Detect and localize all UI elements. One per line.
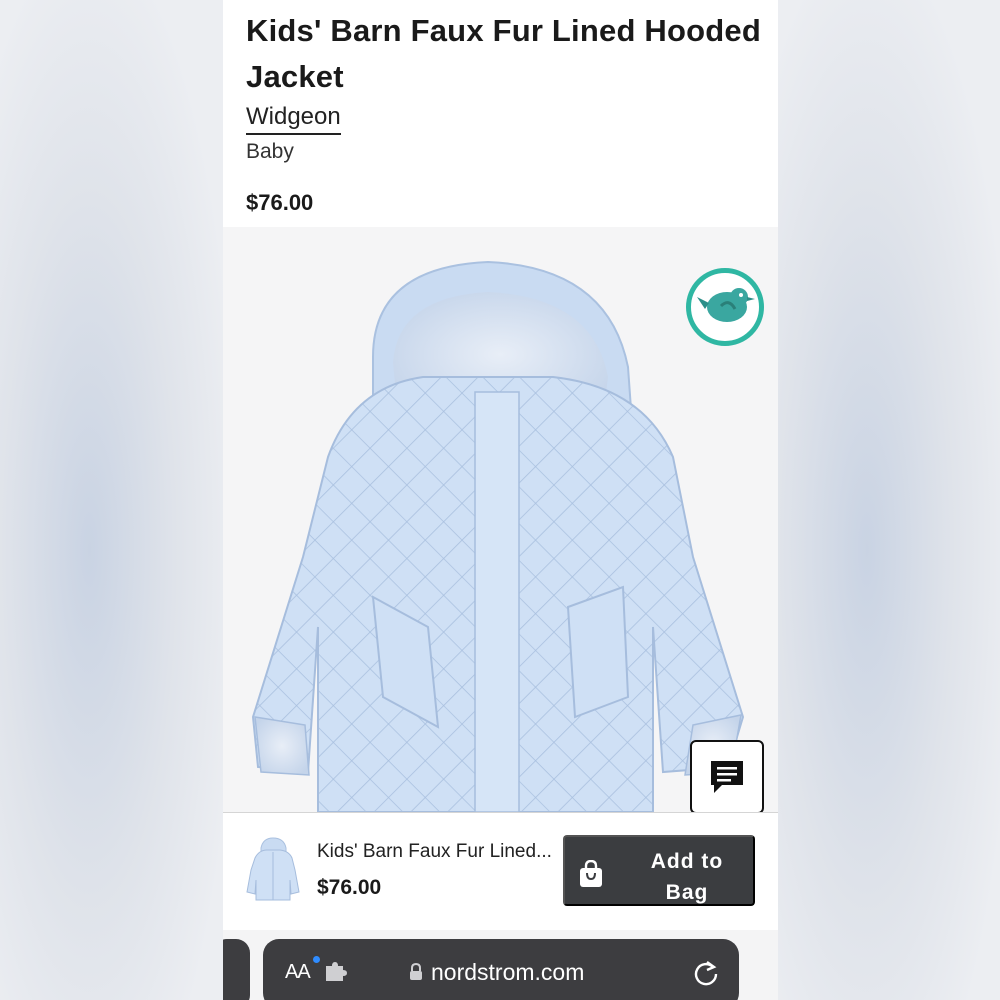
add-to-bag-button[interactable]: Add to Bag — [563, 835, 755, 906]
blurred-background-left — [0, 0, 223, 1000]
notification-dot — [313, 956, 320, 963]
lock-icon — [410, 963, 422, 980]
text-size-button[interactable]: AA — [285, 961, 311, 984]
phone-screen: Kids' Barn Faux Fur Lined Hooded Jacket … — [223, 0, 778, 1000]
sticky-add-to-bag-bar: Kids' Barn Faux Fur Lined... $76.00 Add … — [223, 813, 778, 930]
url-text: nordstrom.com — [431, 959, 585, 985]
brand-link[interactable]: Widgeon — [246, 102, 341, 135]
add-to-bag-label: Add to Bag — [650, 850, 724, 904]
product-thumbnail — [246, 837, 300, 901]
blurred-background-right — [778, 0, 1000, 1000]
browser-toolbar: AA nordstrom.com — [223, 930, 778, 1000]
product-image[interactable] — [223, 227, 778, 813]
bird-badge-icon[interactable] — [686, 268, 764, 346]
sticky-product-name: Kids' Barn Faux Fur Lined... — [317, 841, 552, 862]
shopping-bag-icon — [580, 860, 602, 887]
reload-icon[interactable] — [693, 958, 719, 986]
product-title: Kids' Barn Faux Fur Lined Hooded Jacket — [246, 13, 761, 94]
product-price: $76.00 — [246, 190, 314, 215]
chat-icon — [711, 761, 743, 793]
previous-tab[interactable] — [223, 939, 250, 1000]
sticky-product-price: $76.00 — [317, 876, 382, 899]
address-bar[interactable]: AA nordstrom.com — [263, 939, 739, 1000]
chat-button[interactable] — [690, 740, 764, 813]
extension-icon[interactable] — [325, 962, 347, 982]
product-category: Baby — [246, 140, 294, 163]
